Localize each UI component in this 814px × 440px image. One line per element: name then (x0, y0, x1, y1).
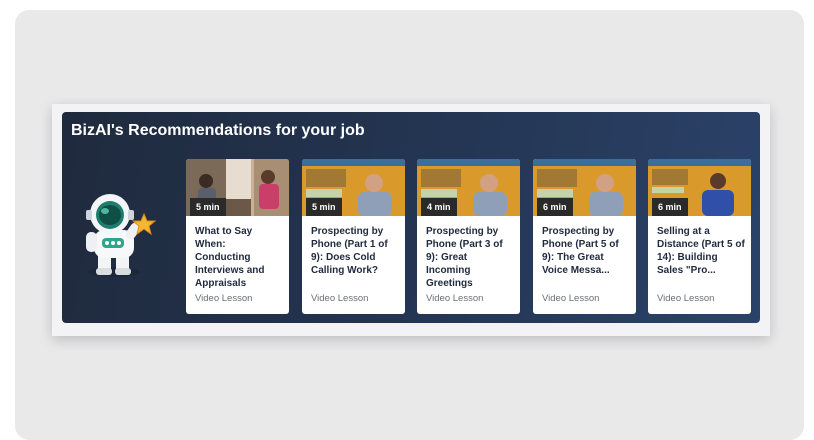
duration-badge: 5 min (306, 198, 342, 216)
recommendation-card[interactable]: 5 min What to Say When: Conducting Inter… (186, 159, 289, 314)
video-thumbnail: 6 min (648, 159, 751, 216)
card-title[interactable]: Prospecting by Phone (Part 5 of 9): The … (542, 225, 630, 277)
recommendation-card[interactable]: 4 min Prospecting by Phone (Part 3 of 9)… (417, 159, 520, 314)
card-type: Video Lesson (311, 293, 369, 304)
recommendation-card[interactable]: 6 min Prospecting by Phone (Part 5 of 9)… (533, 159, 636, 314)
card-title[interactable]: Selling at a Distance (Part 5 of 14): Bu… (657, 225, 745, 277)
video-thumbnail: 5 min (302, 159, 405, 216)
card-title[interactable]: Prospecting by Phone (Part 3 of 9): Grea… (426, 225, 514, 290)
duration-badge: 4 min (421, 198, 457, 216)
duration-badge: 6 min (652, 198, 688, 216)
duration-badge: 5 min (190, 198, 226, 216)
recommendations-panel: BizAI's Recommendations for your job 5 m… (62, 112, 760, 323)
card-type: Video Lesson (542, 293, 600, 304)
recommendation-card[interactable]: 5 min Prospecting by Phone (Part 1 of 9)… (302, 159, 405, 314)
card-title[interactable]: What to Say When: Conducting Interviews … (195, 225, 283, 290)
video-thumbnail: 5 min (186, 159, 289, 216)
card-type: Video Lesson (657, 293, 715, 304)
video-thumbnail: 4 min (417, 159, 520, 216)
card-title[interactable]: Prospecting by Phone (Part 1 of 9): Does… (311, 225, 399, 277)
duration-badge: 6 min (537, 198, 573, 216)
panel-title: BizAI's Recommendations for your job (71, 122, 365, 139)
video-thumbnail: 6 min (533, 159, 636, 216)
card-type: Video Lesson (195, 293, 253, 304)
card-type: Video Lesson (426, 293, 484, 304)
astronaut-with-star-icon (82, 192, 158, 282)
recommendation-card[interactable]: 6 min Selling at a Distance (Part 5 of 1… (648, 159, 751, 314)
